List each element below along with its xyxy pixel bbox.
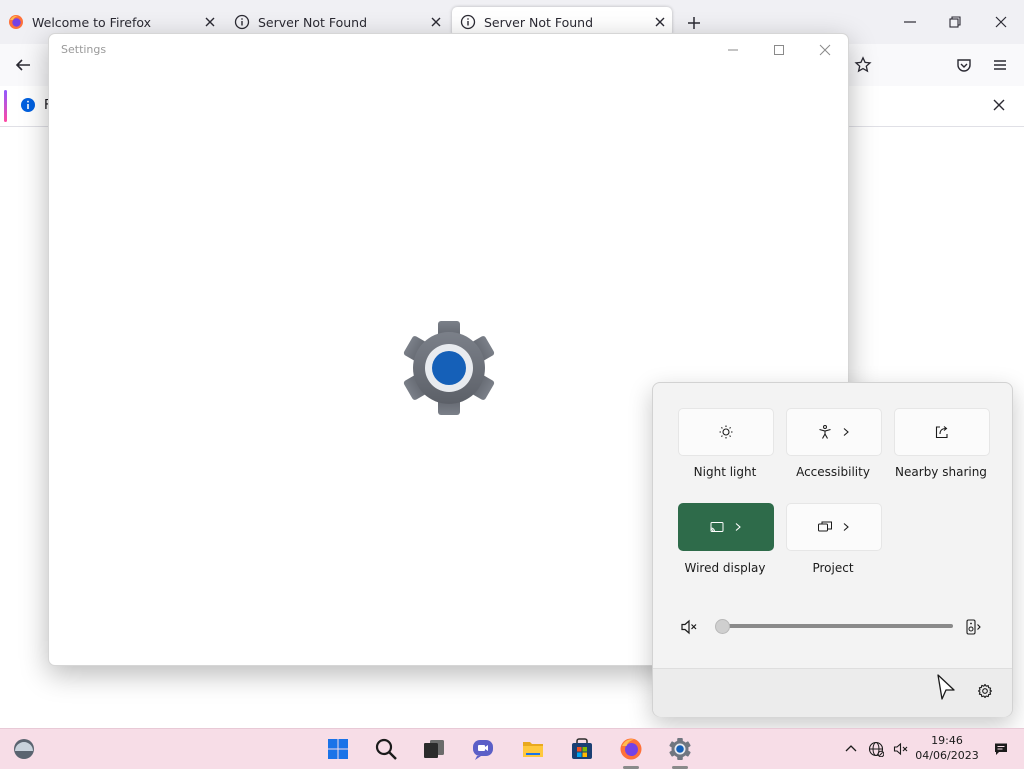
firefox-icon xyxy=(9,15,23,29)
accessibility-button[interactable] xyxy=(786,408,882,456)
chevron-up-icon[interactable] xyxy=(843,741,859,757)
start-icon[interactable] xyxy=(326,737,350,761)
quick-settings-footer xyxy=(653,668,1012,717)
notification-accent xyxy=(4,90,7,122)
pocket-icon[interactable] xyxy=(955,56,973,74)
tile-label: Wired display xyxy=(684,561,766,575)
network-globe-icon[interactable] xyxy=(868,741,884,757)
store-icon[interactable] xyxy=(570,737,594,761)
window-title: Settings xyxy=(61,43,107,56)
close-window-icon[interactable] xyxy=(993,14,1009,30)
quick-settings-panel: Night light Accessibility Nearby sharing… xyxy=(652,382,1013,717)
clock[interactable]: 19:46 04/06/2023 xyxy=(912,733,982,763)
minimize-icon[interactable] xyxy=(902,14,918,30)
back-arrow-icon[interactable] xyxy=(14,56,32,74)
settings-icon[interactable] xyxy=(977,683,993,699)
close-icon[interactable] xyxy=(202,14,218,30)
close-window-icon[interactable] xyxy=(818,43,832,57)
tab-title: Server Not Found xyxy=(258,14,368,30)
close-icon[interactable] xyxy=(991,97,1007,113)
tile-label: Night light xyxy=(693,465,757,479)
accessibility-icon xyxy=(819,425,831,439)
night-light-toggle[interactable] xyxy=(678,408,774,456)
project-button[interactable] xyxy=(786,503,882,551)
hamburger-menu-icon[interactable] xyxy=(991,56,1009,74)
bookmark-star-icon[interactable] xyxy=(854,56,872,74)
volume-muted-icon[interactable] xyxy=(893,741,909,757)
task-view-icon[interactable] xyxy=(422,737,446,761)
notifications-icon[interactable] xyxy=(993,741,1009,757)
restore-icon[interactable] xyxy=(947,14,963,30)
maximize-icon[interactable] xyxy=(772,43,786,57)
firefox-icon[interactable] xyxy=(619,737,643,761)
tile-label: Accessibility xyxy=(796,465,870,479)
info-icon xyxy=(21,98,35,112)
search-icon[interactable] xyxy=(374,737,398,761)
clock-date: 04/06/2023 xyxy=(915,749,979,762)
volume-slider-thumb[interactable] xyxy=(715,619,730,634)
project-icon xyxy=(818,521,832,532)
new-tab-icon[interactable] xyxy=(685,14,703,32)
volume-muted-icon[interactable] xyxy=(680,618,698,636)
share-icon xyxy=(935,426,948,439)
nearby-sharing-toggle[interactable] xyxy=(894,408,990,456)
info-icon xyxy=(234,14,250,30)
chat-icon[interactable] xyxy=(471,737,495,761)
tile-label: Project xyxy=(812,561,854,575)
wired-display-button[interactable] xyxy=(678,503,774,551)
close-icon[interactable] xyxy=(428,14,444,30)
tile-label: Nearby sharing xyxy=(895,465,987,479)
clock-time: 19:46 xyxy=(931,734,963,747)
info-icon xyxy=(460,14,476,30)
weather-icon[interactable] xyxy=(12,737,36,761)
chevron-right-icon xyxy=(735,523,741,531)
close-icon[interactable] xyxy=(652,14,668,30)
mouse-pointer-icon xyxy=(937,674,955,700)
cast-icon xyxy=(710,522,724,532)
speaker-device-icon[interactable] xyxy=(963,618,981,636)
brightness-icon xyxy=(719,425,733,439)
taskbar: 19:46 04/06/2023 xyxy=(0,728,1024,769)
chevron-right-icon xyxy=(843,523,849,531)
settings-icon[interactable] xyxy=(668,737,692,761)
settings-gear-icon xyxy=(403,321,495,415)
minimize-icon[interactable] xyxy=(726,43,740,57)
chevron-right-icon xyxy=(843,428,849,436)
tab-title: Server Not Found xyxy=(484,14,594,30)
tab-title: Welcome to Firefox xyxy=(32,14,152,30)
file-explorer-icon[interactable] xyxy=(521,737,545,761)
volume-slider[interactable] xyxy=(721,624,953,628)
